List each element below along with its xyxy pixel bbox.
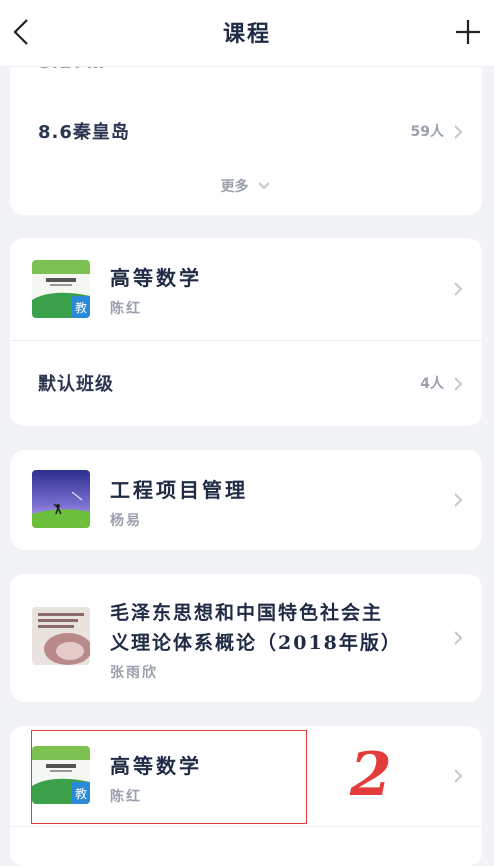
class-name: 默认班级 [38, 374, 114, 395]
course-row-math[interactable]: 教 高等数学 陈红 [10, 238, 482, 340]
chevron-down-icon [258, 182, 271, 190]
chevron-right-icon [454, 769, 463, 783]
divider [10, 826, 482, 827]
chevron-right-icon [454, 631, 463, 645]
course-title: 高等数学 [110, 266, 202, 290]
course-title-line2: 义理论体系概论（2018年版） [110, 632, 402, 654]
math-book-cover-image: 教 [32, 260, 90, 318]
course-title-line1: 毛泽东思想和中国特色社会主 [110, 602, 384, 624]
highlight-box [31, 730, 307, 824]
divider [10, 340, 482, 341]
course-teacher: 陈红 [110, 301, 142, 317]
class-name: 8.6秦皇岛 [38, 122, 130, 143]
student-count: 4人 [420, 376, 444, 392]
course-teacher: 杨易 [110, 513, 142, 529]
student-count: 59人 [410, 124, 444, 140]
textbook-cover-image [32, 607, 90, 665]
annotation-number: 2 [350, 740, 392, 810]
landscape-photo-cover-image [32, 470, 90, 528]
class-row-qinhuangdao[interactable]: 8.6秦皇岛 59人 [10, 106, 482, 156]
chevron-right-icon [454, 282, 463, 296]
course-title: 工程项目管理 [110, 478, 248, 502]
course-card-math: 教 高等数学 陈红 默认班级 4人 [10, 238, 482, 426]
add-icon[interactable] [452, 16, 484, 48]
header-bar: 课程 [0, 0, 494, 67]
more-button[interactable]: 更多 [10, 176, 482, 196]
course-teacher: 张雨欣 [110, 665, 158, 681]
class-row-default[interactable]: 默认班级 4人 [10, 358, 482, 408]
chevron-right-icon [454, 125, 463, 139]
course-card-project[interactable]: 工程项目管理 杨易 [10, 450, 482, 550]
page-title: 课程 [222, 21, 271, 47]
chevron-right-icon [454, 493, 463, 507]
course-list: 8.27… 8.6秦皇岛 59人 更多 教 [0, 0, 494, 866]
chevron-right-icon [454, 377, 463, 391]
more-label: 更多 [220, 179, 249, 195]
course-card-maoism[interactable]: 毛泽东思想和中国特色社会主 义理论体系概论（2018年版） 张雨欣 [10, 574, 482, 702]
cover-badge-text: 教 [75, 300, 87, 315]
